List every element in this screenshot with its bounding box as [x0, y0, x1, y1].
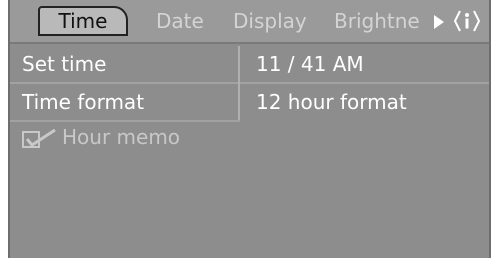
set-time-value[interactable]: 11 / 41 AM [256, 47, 364, 81]
set-time-label: Set time [22, 52, 107, 76]
tab-brightness[interactable]: Brightne [334, 6, 432, 36]
info-icon[interactable] [453, 8, 481, 34]
tab-date[interactable]: Date [156, 6, 204, 36]
set-time-row[interactable]: Set time 11 / 41 AM [10, 47, 489, 81]
column-divider [238, 46, 240, 120]
hour-memo-label: Hour memo [62, 125, 181, 149]
time-settings-screen: Time Date Display Brightne Set time 11 /… [8, 0, 491, 258]
time-format-label: Time format [22, 90, 145, 114]
time-format-value[interactable]: 12 hour format [256, 85, 407, 119]
tab-display[interactable]: Display [233, 6, 307, 36]
tab-time[interactable]: Time [38, 6, 128, 36]
tab-bar: Time Date Display Brightne [10, 0, 489, 44]
checkbox-checked-icon[interactable] [22, 128, 58, 149]
hour-memo-option[interactable]: Hour memo [22, 120, 180, 154]
right-arrow-icon[interactable] [434, 15, 444, 29]
row-divider [10, 82, 489, 84]
time-format-row[interactable]: Time format 12 hour format [10, 85, 489, 119]
